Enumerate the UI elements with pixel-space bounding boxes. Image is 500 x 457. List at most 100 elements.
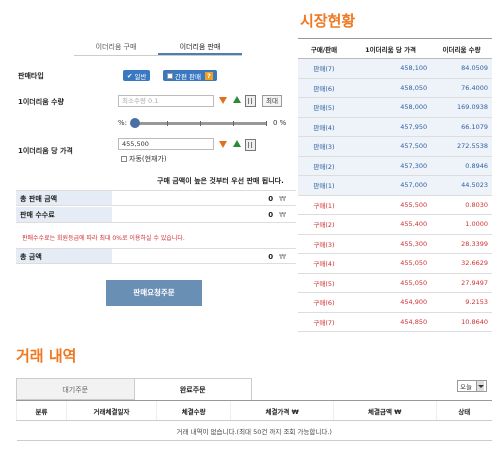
market-row[interactable]: 판매(2) 457,300 0.8946 (298, 156, 492, 176)
tab-buy[interactable]: 이더리움 구매 (74, 40, 158, 55)
chevron-down-icon[interactable] (476, 381, 484, 391)
fee-note: 판매수수료는 회원등급에 따라 최대 0%로 이용하실 수 있습니다. (22, 235, 185, 242)
market-row[interactable]: 판매(4) 457,950 66.1079 (298, 117, 492, 137)
percent-slider-knob[interactable] (130, 118, 140, 128)
market-cell-qty: 0.8030 (431, 195, 492, 215)
market-cell-qty: 272.5538 (431, 136, 492, 157)
currency-symbol: ₩ (279, 211, 286, 219)
market-row[interactable]: 판매(1) 457,000 44.5023 (298, 175, 492, 196)
currency-symbol: ₩ (279, 253, 286, 261)
help-icon[interactable]: ? (205, 71, 213, 80)
market-cell-qty: 0.8946 (431, 156, 492, 176)
check-icon: ✔ (127, 71, 133, 80)
market-cell-price: 454,850 (350, 312, 432, 332)
history-header: 체결가격 ₩ (230, 400, 334, 421)
market-cell-price: 455,300 (350, 234, 432, 254)
history-table: 분류 거래체결일자 체결수량 체결가격 ₩ 체결금액 ₩ 상태 거래 내역이 없… (16, 400, 492, 441)
market-cell-price: 457,500 (350, 136, 432, 157)
slider-tick (167, 121, 168, 126)
max-button[interactable]: 최대 (262, 95, 282, 107)
market-cell-qty: 169.0938 (431, 97, 492, 118)
market-cell-qty: 66.1079 (431, 117, 492, 137)
tab-pending[interactable]: 대기주문 (16, 378, 134, 400)
market-cell-price: 457,000 (350, 175, 432, 196)
currency-symbol: ₩ (279, 195, 286, 203)
submit-sell-button[interactable]: 판매요청주문 (106, 280, 202, 306)
period-select[interactable]: 오늘 (457, 380, 487, 392)
total-row: 총 금액 0 ₩ (16, 248, 296, 264)
market-cell-type: 구매(3) (298, 234, 350, 254)
market-cell-price: 458,050 (350, 78, 432, 98)
market-cell-qty: 9.2153 (431, 292, 492, 313)
market-row[interactable]: 구매(3) 455,300 28.3399 (298, 234, 492, 254)
auto-price-option[interactable]: 자동(현재가) (121, 154, 167, 164)
market-row[interactable]: 구매(7) 454,850 10.8640 (298, 312, 492, 332)
market-cell-price: 455,050 (350, 253, 432, 274)
market-cell-qty: 1.0000 (431, 214, 492, 235)
checkbox-icon[interactable] (121, 156, 127, 162)
market-cell-price: 458,000 (350, 97, 432, 118)
market-cell-price: 457,950 (350, 117, 432, 137)
market-row[interactable]: 구매(6) 454,900 9.2153 (298, 292, 492, 313)
fee-label: 판매 수수료 (16, 207, 112, 222)
history-header: 분류 (16, 400, 67, 421)
market-cell-qty: 10.8640 (431, 312, 492, 332)
slider-tick (233, 121, 234, 126)
market-cell-price: 455,500 (350, 195, 432, 215)
market-row[interactable]: 판매(6) 458,050 76.4000 (298, 78, 492, 98)
percent-prefix: %: (118, 119, 128, 127)
market-cell-type: 판매(5) (298, 97, 350, 118)
total-sell-value: 0 (268, 195, 274, 203)
market-cell-qty: 27.9497 (431, 273, 492, 293)
qty-input[interactable]: 최소수량 0.1 (118, 95, 214, 107)
type-normal-option[interactable]: ✔ 일반 (123, 70, 151, 81)
market-row[interactable]: 구매(5) 455,050 27.9497 (298, 273, 492, 293)
market-header-price: 1이더리움 당 가격 (350, 38, 432, 59)
market-row[interactable]: 구매(2) 455,400 1.0000 (298, 214, 492, 235)
market-cell-type: 판매(7) (298, 58, 350, 79)
fee-value: 0 (268, 211, 274, 219)
market-cell-price: 454,900 (350, 292, 432, 313)
history-title: 거래 내역 (16, 347, 77, 365)
history-header: 상태 (435, 400, 492, 421)
market-cell-type: 판매(6) (298, 78, 350, 98)
history-empty-message: 거래 내역이 없습니다.(최대 50건 까지 조회 가능합니다.) (16, 420, 492, 441)
calculator-icon[interactable] (245, 95, 256, 107)
market-row[interactable]: 판매(7) 458,100 84.0509 (298, 58, 492, 79)
market-row[interactable]: 구매(4) 455,050 32.6629 (298, 253, 492, 274)
market-row[interactable]: 판매(3) 457,500 272.5538 (298, 136, 492, 157)
total-sell-row: 총 판매 금액 0 ₩ (16, 190, 296, 206)
market-table: 구매/판매 1이더리움 당 가격 이더리움 수량 판매(7) 458,100 84.… (298, 38, 492, 332)
market-cell-type: 구매(2) (298, 214, 350, 235)
market-cell-type: 판매(1) (298, 175, 350, 196)
increase-icon[interactable] (233, 96, 241, 103)
calculator-icon[interactable] (245, 139, 256, 151)
market-row[interactable]: 구매(1) 455,500 0.8030 (298, 195, 492, 215)
market-cell-type: 판매(3) (298, 136, 350, 157)
market-cell-qty: 84.0509 (431, 58, 492, 79)
market-cell-type: 구매(1) (298, 195, 350, 215)
priority-notice: 구매 금액이 높은 것부터 우선 판매 됩니다. (157, 177, 284, 185)
qty-label: 1이더리움 수량 (18, 98, 64, 106)
tab-completed[interactable]: 완료주문 (133, 378, 252, 400)
type-simple-option[interactable]: 간편 판매 ? (163, 70, 217, 81)
tab-sell[interactable]: 이더리움 판매 (158, 40, 242, 55)
market-cell-type: 구매(4) (298, 253, 350, 274)
market-cell-type: 구매(6) (298, 292, 350, 313)
total-value: 0 (268, 253, 274, 261)
market-cell-price: 457,300 (350, 156, 432, 176)
market-title: 시장현황 (300, 12, 356, 30)
decrease-icon[interactable] (219, 97, 227, 104)
price-input[interactable]: 455,500 (118, 138, 214, 150)
market-row[interactable]: 판매(5) 458,000 169.0938 (298, 97, 492, 118)
increase-icon[interactable] (233, 140, 241, 147)
market-cell-price: 455,400 (350, 214, 432, 235)
period-value: 오늘 (460, 383, 472, 391)
history-header: 체결금액 ₩ (332, 400, 436, 421)
market-header-qty: 이더리움 수량 (431, 38, 492, 59)
percent-value: 0 % (273, 119, 287, 127)
price-label: 1이더리움 당 가격 (18, 147, 73, 155)
market-cell-price: 458,100 (350, 58, 432, 79)
market-cell-qty: 76.4000 (431, 78, 492, 98)
decrease-icon[interactable] (219, 141, 227, 148)
